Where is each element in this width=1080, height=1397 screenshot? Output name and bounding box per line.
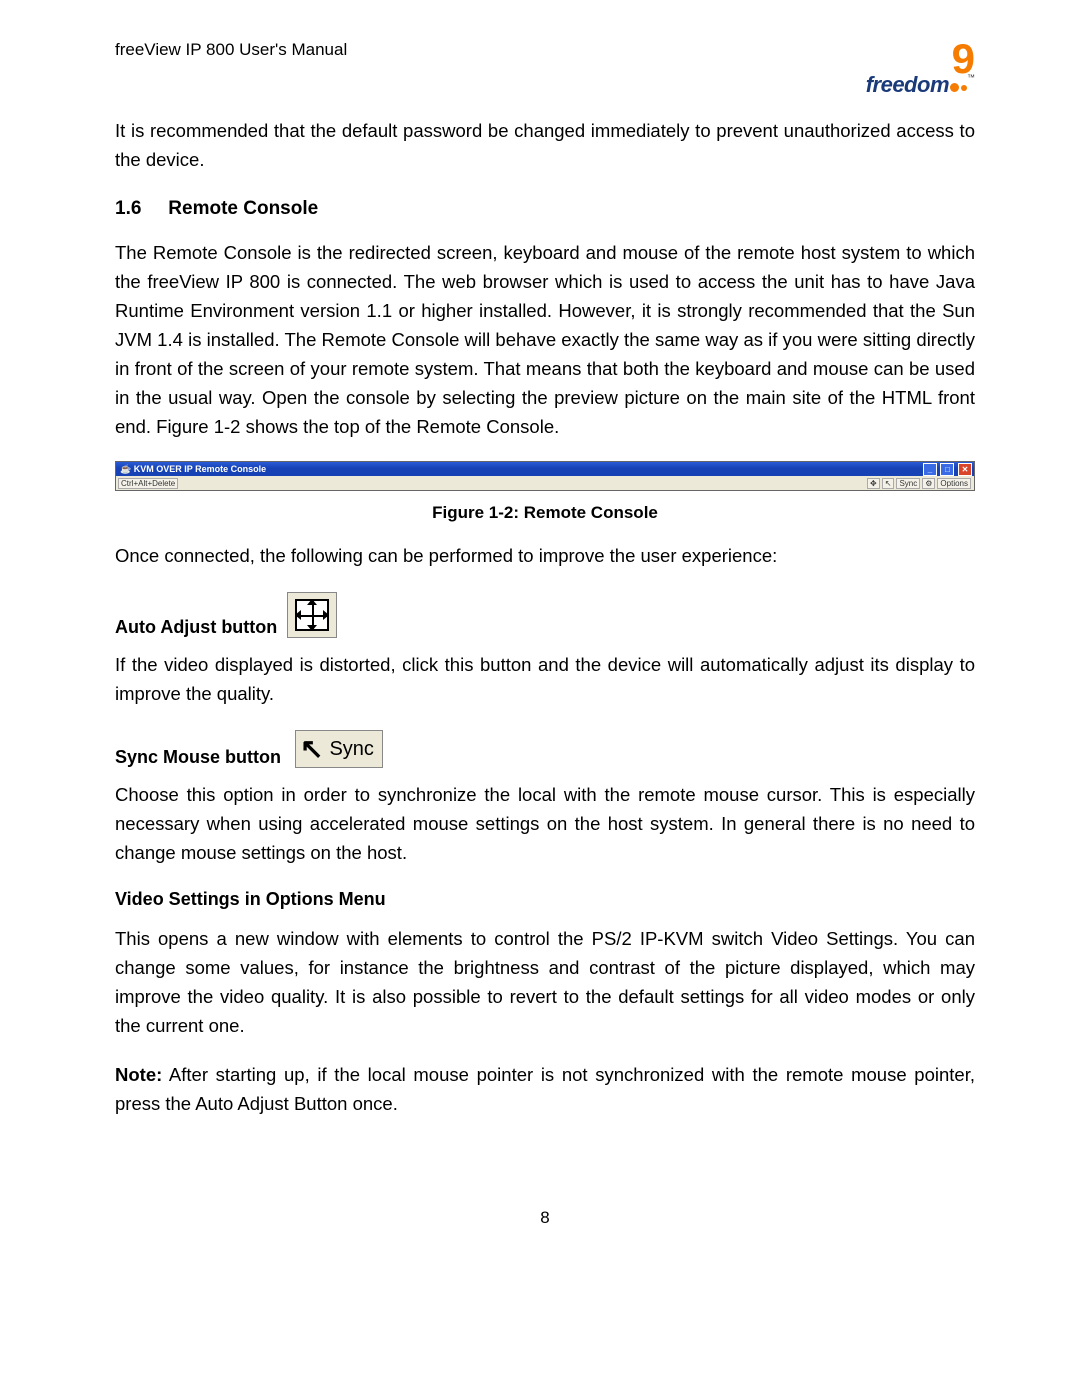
section-title: Remote Console [168, 198, 318, 219]
section-number: 1.6 [115, 198, 163, 220]
note-label: Note: [115, 1064, 162, 1085]
video-settings-heading: Video Settings in Options Menu [115, 889, 975, 910]
logo-tm: ™ [967, 73, 975, 82]
note-paragraph: Note: After starting up, if the local mo… [115, 1060, 975, 1118]
minimize-icon[interactable]: _ [923, 463, 937, 476]
sync-icon-text: Sync [329, 738, 373, 761]
window-controls[interactable]: _ □ ✕ [922, 463, 972, 476]
ctrl-alt-delete-button[interactable]: Ctrl+Alt+Delete [118, 478, 178, 489]
remote-console-window: ☕ KVM OVER IP Remote Console _ □ ✕ Ctrl+… [115, 461, 975, 491]
sync-button[interactable]: Sync [896, 478, 920, 489]
window-title: ☕ KVM OVER IP Remote Console [120, 464, 266, 475]
sync-mouse-label: Sync Mouse button [115, 747, 281, 768]
video-settings-paragraph: This opens a new window with elements to… [115, 924, 975, 1040]
page-number: 8 [115, 1208, 975, 1228]
tool-icon[interactable]: ⚙ [922, 478, 935, 489]
section-paragraph: The Remote Console is the redirected scr… [115, 238, 975, 441]
brand-logo: 9 freedom™ [855, 38, 975, 96]
auto-adjust-paragraph: If the video displayed is distorted, cli… [115, 650, 975, 708]
maximize-icon[interactable]: □ [940, 463, 954, 476]
sync-mouse-button-icon[interactable]: ↖ Sync [295, 730, 383, 768]
figure-caption: Figure 1-2: Remote Console [115, 503, 975, 523]
options-button[interactable]: Options [937, 478, 971, 489]
running-header: freeView IP 800 User's Manual [115, 38, 347, 60]
cursor-icon[interactable]: ↖ [882, 478, 895, 489]
section-heading: 1.6 Remote Console [115, 198, 975, 220]
cursor-icon: ↖ [300, 735, 323, 763]
sync-mouse-paragraph: Choose this option in order to synchroni… [115, 780, 975, 867]
auto-adjust-label: Auto Adjust button [115, 617, 277, 638]
figure-remote-console: ☕ KVM OVER IP Remote Console _ □ ✕ Ctrl+… [115, 461, 975, 491]
auto-adjust-icon[interactable]: ✥ [867, 478, 880, 489]
close-icon[interactable]: ✕ [958, 463, 972, 476]
intro-paragraph: It is recommended that the default passw… [115, 116, 975, 174]
note-text: After starting up, if the local mouse po… [115, 1064, 975, 1114]
logo-brand-text: freedom [866, 72, 949, 97]
post-figure-paragraph: Once connected, the following can be per… [115, 541, 975, 570]
auto-adjust-button-icon[interactable] [287, 592, 337, 638]
